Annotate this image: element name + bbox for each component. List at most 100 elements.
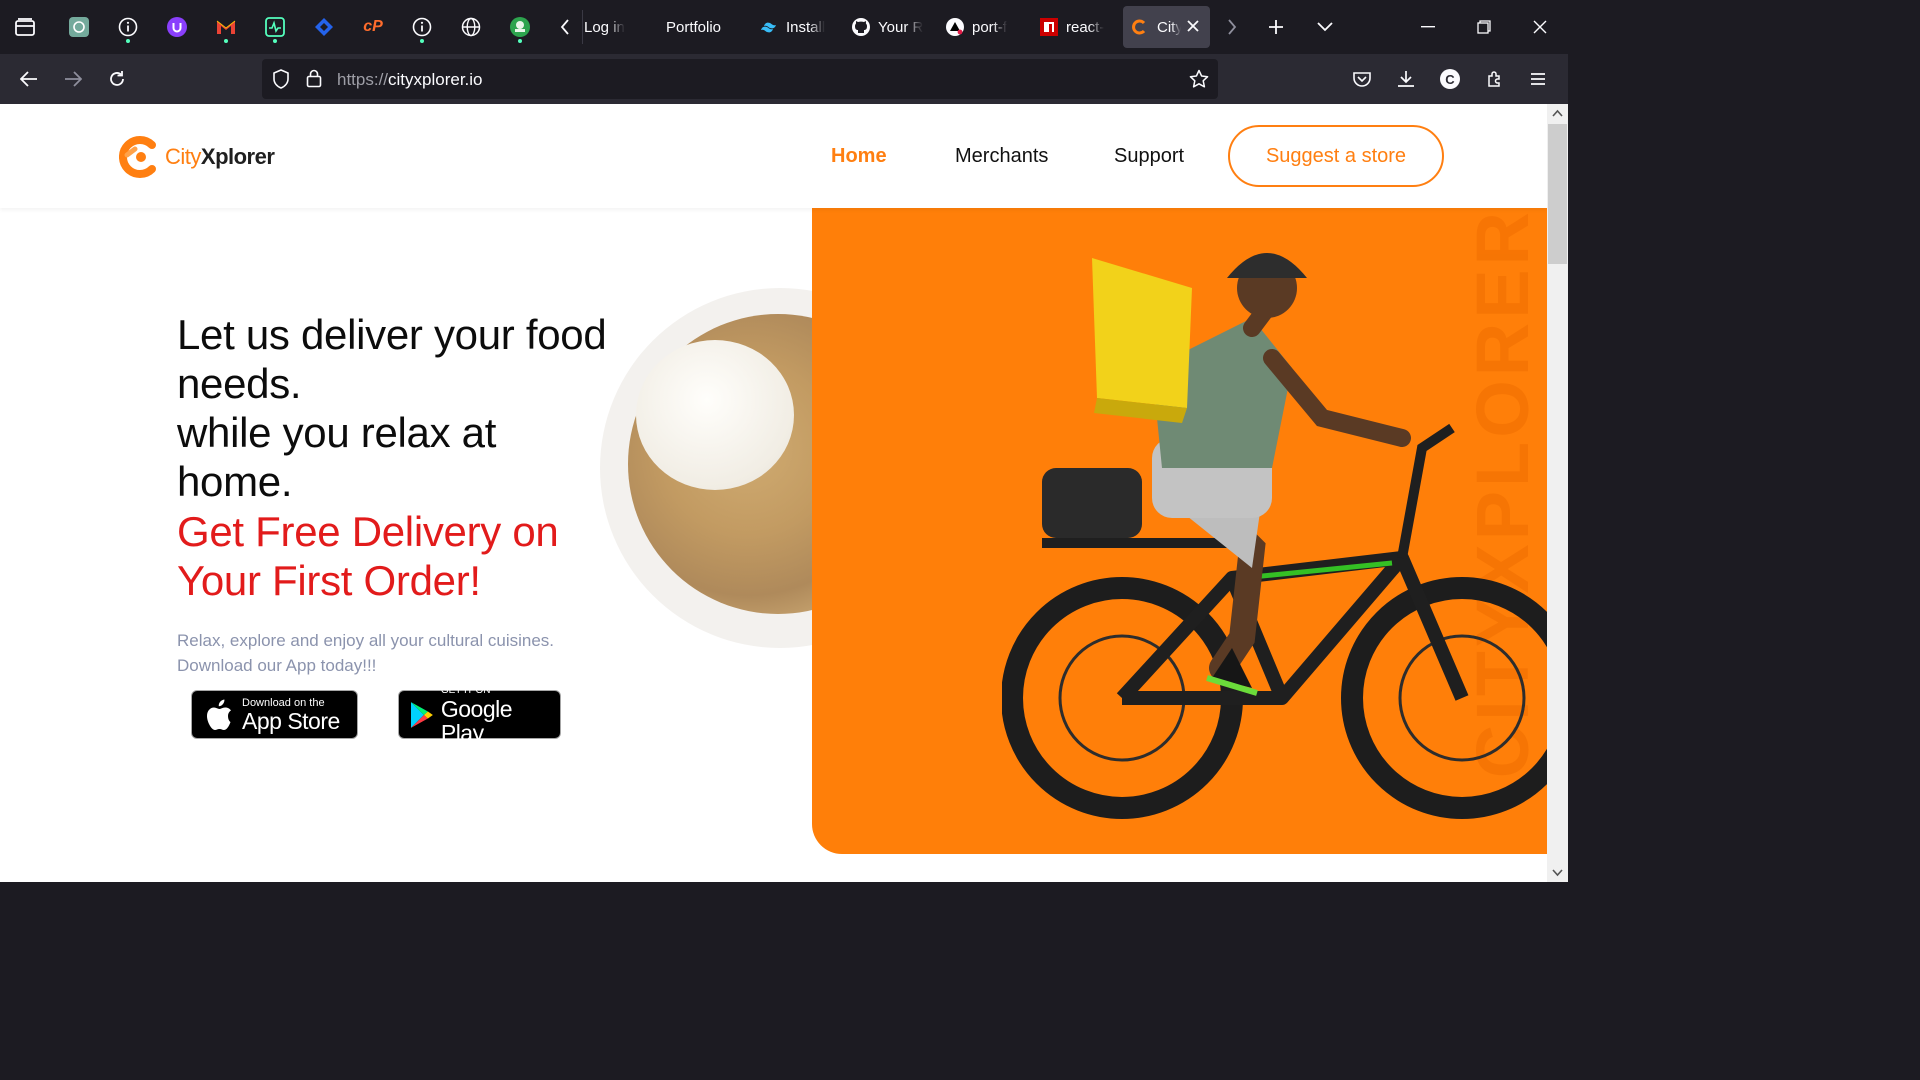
pinned-tab-info-1[interactable]	[113, 11, 143, 43]
delivery-rider-image	[1002, 253, 1547, 819]
close-tab-icon[interactable]	[1187, 19, 1199, 36]
app-menu-button[interactable]	[1522, 63, 1554, 95]
back-button[interactable]	[13, 63, 45, 95]
nav-home[interactable]: Home	[831, 145, 887, 168]
tab-label: react-	[1066, 18, 1105, 36]
restore-icon	[1477, 20, 1491, 34]
tab-react[interactable]: react-	[1040, 6, 1110, 48]
free-delivery-promo: Get Free Delivery on Your First Order!	[177, 508, 559, 604]
pinned-tab-green-app[interactable]	[505, 11, 535, 43]
extensions-button[interactable]	[1479, 63, 1511, 95]
address-bar[interactable]: https://cityxplorer.io	[262, 59, 1218, 99]
tab-strip: cP Log in Portfolio Install Your R port-…	[0, 0, 1568, 54]
scrollbar-thumb[interactable]	[1548, 124, 1567, 264]
pinned-tab-monitor[interactable]	[260, 11, 290, 43]
green-app-icon	[510, 17, 530, 37]
scroll-down-icon[interactable]	[1552, 867, 1563, 878]
download-icon	[1398, 71, 1414, 87]
apple-icon	[207, 699, 231, 730]
bookmark-star-icon[interactable]	[1189, 69, 1209, 94]
tab-github[interactable]: Your R	[852, 6, 924, 48]
new-tab-button[interactable]	[1260, 11, 1292, 43]
tab-portfolio[interactable]: Portfolio	[666, 6, 746, 48]
url-scheme: https://	[337, 70, 389, 89]
plus-icon	[1269, 20, 1283, 34]
activity-icon	[265, 17, 285, 37]
github-icon	[852, 18, 870, 36]
list-all-tabs-button[interactable]	[1309, 11, 1341, 43]
avatar: C	[1440, 69, 1460, 89]
tab-label: Log in	[584, 18, 625, 36]
firefox-view-icon[interactable]	[9, 11, 41, 43]
site-logo[interactable]: CityXplorer	[119, 135, 275, 179]
app-store-button[interactable]: Download on the App Store	[191, 690, 358, 739]
gmail-icon	[216, 20, 236, 34]
nav-merchants[interactable]: Merchants	[955, 145, 1048, 168]
tab-label: port-f	[972, 18, 1008, 36]
scroll-tabs-left-button[interactable]	[549, 11, 581, 43]
downloads-button[interactable]	[1390, 63, 1422, 95]
tab-separator	[582, 10, 583, 44]
cpanel-icon: cP	[363, 18, 383, 35]
shield-icon[interactable]	[272, 69, 290, 94]
restore-button[interactable]	[1468, 11, 1500, 43]
npm-icon	[1040, 18, 1058, 36]
info-icon	[118, 17, 138, 37]
pocket-icon	[1353, 72, 1371, 87]
app-store-text: Download on the App Store	[242, 696, 340, 734]
tab-label: City	[1157, 18, 1181, 36]
hero-image-panel: CITYXPLORER	[812, 208, 1547, 854]
suggest-store-button[interactable]: Suggest a store	[1228, 125, 1444, 187]
tab-cityxplorer-active[interactable]: City	[1123, 6, 1210, 48]
logo-wordmark: CityXplorer	[165, 144, 275, 169]
pinned-tab-u[interactable]	[162, 11, 192, 43]
page-scrollbar[interactable]	[1547, 104, 1568, 882]
pinned-tab-info-2[interactable]	[407, 11, 437, 43]
account-button[interactable]: C	[1434, 63, 1466, 95]
reload-icon	[110, 71, 124, 86]
pinned-tab-gmail[interactable]	[211, 11, 241, 43]
tab-port-f[interactable]: port-f	[946, 6, 1018, 48]
url-host: cityxplorer.io	[388, 70, 483, 89]
cityxplorer-logo-icon	[119, 136, 156, 178]
tab-label: Portfolio	[666, 18, 722, 36]
globe-icon	[461, 17, 481, 37]
scroll-tabs-right-button[interactable]	[1216, 11, 1248, 43]
hamburger-icon	[1531, 73, 1545, 85]
minimize-button[interactable]	[1412, 11, 1444, 43]
lock-icon[interactable]	[306, 68, 322, 93]
google-play-button[interactable]: GET IT ON Google Play	[398, 685, 561, 745]
reload-button[interactable]	[101, 63, 133, 95]
close-icon	[1533, 20, 1547, 34]
tab-label: Your R	[878, 18, 924, 36]
chevron-right-icon	[1228, 19, 1237, 35]
pinned-tab-diamond[interactable]	[309, 11, 339, 43]
pinned-tab-cpanel[interactable]: cP	[358, 11, 388, 43]
scroll-up-icon[interactable]	[1552, 108, 1563, 119]
food-swallow-image	[636, 340, 794, 490]
pinned-tab-chatgpt[interactable]	[64, 11, 94, 43]
chevron-down-icon	[1317, 22, 1333, 32]
hero-subtext: Relax, explore and enjoy all your cultur…	[177, 631, 555, 675]
chevron-left-icon	[560, 19, 569, 35]
site-header: CityXplorer Home Merchants Support Sugge…	[0, 104, 1547, 208]
google-play-icon	[410, 701, 433, 728]
close-window-button[interactable]	[1524, 11, 1556, 43]
forward-button[interactable]	[57, 63, 89, 95]
u-app-icon	[167, 17, 187, 37]
tab-install[interactable]: Install	[760, 6, 830, 48]
pinned-tab-globe[interactable]	[456, 11, 486, 43]
tailwind-icon	[760, 18, 778, 36]
tab-login[interactable]: Log in	[584, 6, 644, 48]
tab-label: Install	[786, 18, 826, 36]
navigation-toolbar: https://cityxplorer.io C	[0, 54, 1568, 104]
vercel-icon	[946, 18, 964, 36]
chatgpt-icon	[69, 17, 89, 37]
arrow-right-icon	[65, 71, 82, 87]
pocket-button[interactable]	[1346, 63, 1378, 95]
nav-support[interactable]: Support	[1114, 145, 1184, 168]
headline-line-1: Let us deliver your food needs.	[177, 311, 607, 407]
site-favicon	[1131, 18, 1149, 36]
puzzle-icon	[1488, 71, 1500, 87]
url-text[interactable]: https://cityxplorer.io	[337, 70, 483, 90]
